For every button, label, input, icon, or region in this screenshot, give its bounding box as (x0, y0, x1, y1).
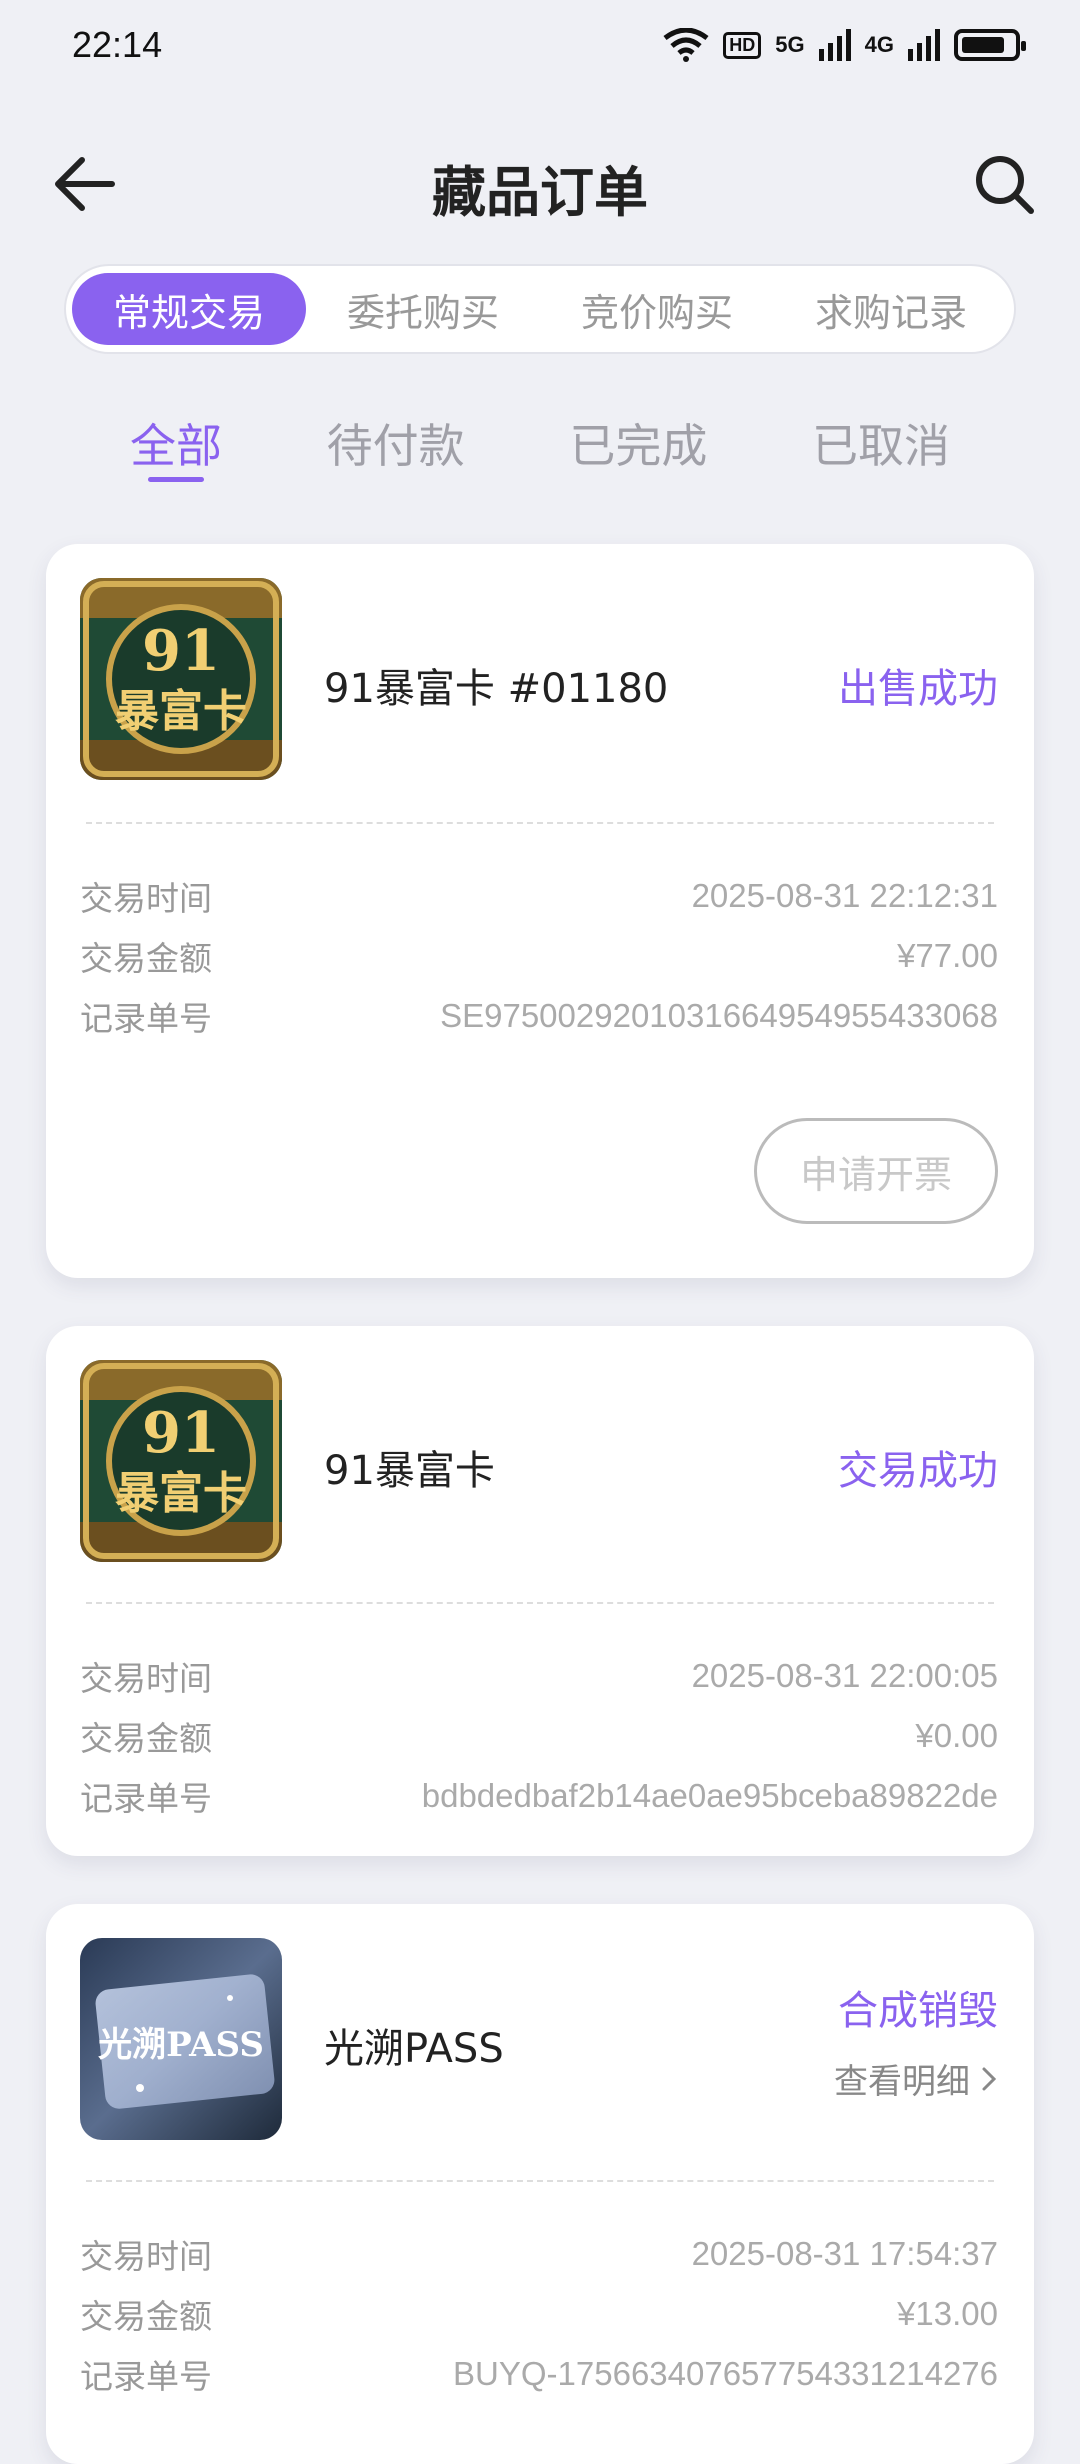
request-invoice-button[interactable]: 申请开票 (754, 1118, 998, 1224)
tab-all[interactable]: 全部 (100, 400, 252, 482)
order-number-value: bdbdedbaf2b14ae0ae95bceba89822de (421, 1777, 998, 1814)
battery-icon (954, 29, 1026, 61)
order-number-row: 记录单号 BUYQ-1756634076577543312142​76 (80, 2350, 998, 2398)
5g-label: 5G (775, 32, 805, 57)
trade-time-row: 交易时间 2025-08-31 22:12:31 (80, 872, 998, 920)
trade-amount-row: 交易金额 ¥13.00 (80, 2290, 998, 2338)
order-title: 91暴富卡 #01180 (324, 666, 669, 712)
trade-time-label: 交易时间 (80, 1659, 212, 1698)
wifi-icon (663, 28, 709, 62)
trade-time-label: 交易时间 (80, 2237, 212, 2276)
segment-wanted[interactable]: 求购记录 (774, 273, 1008, 345)
order-number-label: 记录单号 (80, 2357, 212, 2396)
trade-time-label: 交易时间 (80, 879, 212, 918)
thumb-text-2: 暴富卡 (115, 1468, 247, 1519)
tab-completed[interactable]: 已完成 (539, 400, 737, 480)
order-card[interactable]: 91 暴富卡 91暴富卡 交易成功 交易时间 2025-08-31 22:00:… (46, 1326, 1034, 1856)
order-card[interactable]: 91 暴富卡 91暴富卡 #01180 出售成功 交易时间 2025-08-31… (46, 544, 1034, 1278)
order-title: 光溯PASS (324, 2026, 504, 2072)
trade-time-value: 2025-08-31 22:12:31 (691, 877, 998, 914)
collectible-thumbnail: 光溯PASS (80, 1938, 282, 2140)
divider (86, 822, 994, 824)
trade-time-value: 2025-08-31 17:54:37 (691, 2235, 998, 2272)
order-card[interactable]: 光溯PASS 光溯PASS 合成销毁 查看明细 交易时间 2025-08-31 … (46, 1904, 1034, 2464)
trade-amount-value: ¥13.00 (897, 2295, 998, 2332)
trade-amount-label: 交易金额 (80, 939, 212, 978)
trade-amount-value: ¥77.00 (897, 937, 998, 974)
trade-amount-label: 交易金额 (80, 2297, 212, 2336)
divider (86, 1602, 994, 1604)
view-details-link[interactable]: 查看明细 (834, 2054, 998, 2103)
thumb-text-2: 暴富卡 (115, 686, 247, 737)
segment-commission[interactable]: 委托购买 (306, 273, 540, 345)
trade-time-row: 交易时间 2025-08-31 22:00:05 (80, 1652, 998, 1700)
order-number-label: 记录单号 (80, 1779, 212, 1818)
status-bar: 22:14 HD 5G 4G (0, 0, 1080, 100)
signal-icon-2 (908, 29, 940, 61)
thumb-text-1: 91 (142, 618, 220, 684)
trade-amount-row: 交易金额 ¥0.00 (80, 1712, 998, 1760)
status-icons: HD 5G 4G (663, 28, 1026, 62)
order-number-value: SE9750029201031664954955433068 (440, 997, 998, 1034)
order-title: 91暴富卡 (324, 1448, 495, 1494)
signal-icon-1 (818, 29, 851, 61)
collectible-thumbnail: 91 暴富卡 (80, 1360, 282, 1562)
hd-icon: HD (723, 31, 762, 59)
app-header: 藏品订单 (0, 130, 1080, 230)
trade-time-value: 2025-08-31 22:00:05 (691, 1657, 998, 1694)
search-icon (976, 156, 1034, 214)
order-number-row: 记录单号 bdbdedbaf2b14ae0ae95bceba89822de (80, 1772, 998, 1820)
tab-cancelled[interactable]: 已取消 (782, 400, 980, 480)
order-status: 合成销毁 (838, 1988, 998, 2034)
trade-amount-value: ¥0.00 (915, 1717, 998, 1754)
tab-pending-payment[interactable]: 待付款 (297, 400, 495, 480)
status-tabs: 全部 待付款 已完成 已取消 (100, 400, 980, 482)
trade-amount-row: 交易金额 ¥77.00 (80, 932, 998, 980)
4g-label: 4G (864, 32, 894, 57)
order-number-label: 记录单号 (80, 999, 212, 1038)
thumb-text-1: 91 (142, 1400, 220, 1466)
collectible-thumbnail: 91 暴富卡 (80, 578, 282, 780)
order-number-value: BUYQ-1756634076577543312142​76 (453, 2355, 998, 2392)
segment-bidding[interactable]: 竞价购买 (540, 273, 774, 345)
order-status: 出售成功 (838, 666, 998, 712)
page-title: 藏品订单 (432, 161, 648, 224)
status-time: 22:14 (72, 24, 163, 65)
trade-amount-label: 交易金额 (80, 1719, 212, 1758)
chevron-right-icon (982, 2067, 997, 2090)
divider (86, 2180, 994, 2182)
order-number-row: 记录单号 SE9750029201031664954955433068 (80, 992, 998, 1040)
segment-regular[interactable]: 常规交易 (72, 273, 306, 345)
search-button[interactable] (964, 144, 1044, 224)
trade-time-row: 交易时间 2025-08-31 17:54:37 (80, 2230, 998, 2278)
trade-type-segment: 常规交易 委托购买 竞价购买 求购记录 (64, 264, 1016, 354)
thumb-text-1: 光溯PASS (98, 2025, 264, 2065)
order-status: 交易成功 (838, 1448, 998, 1494)
view-details-label: 查看明细 (834, 2062, 970, 2102)
